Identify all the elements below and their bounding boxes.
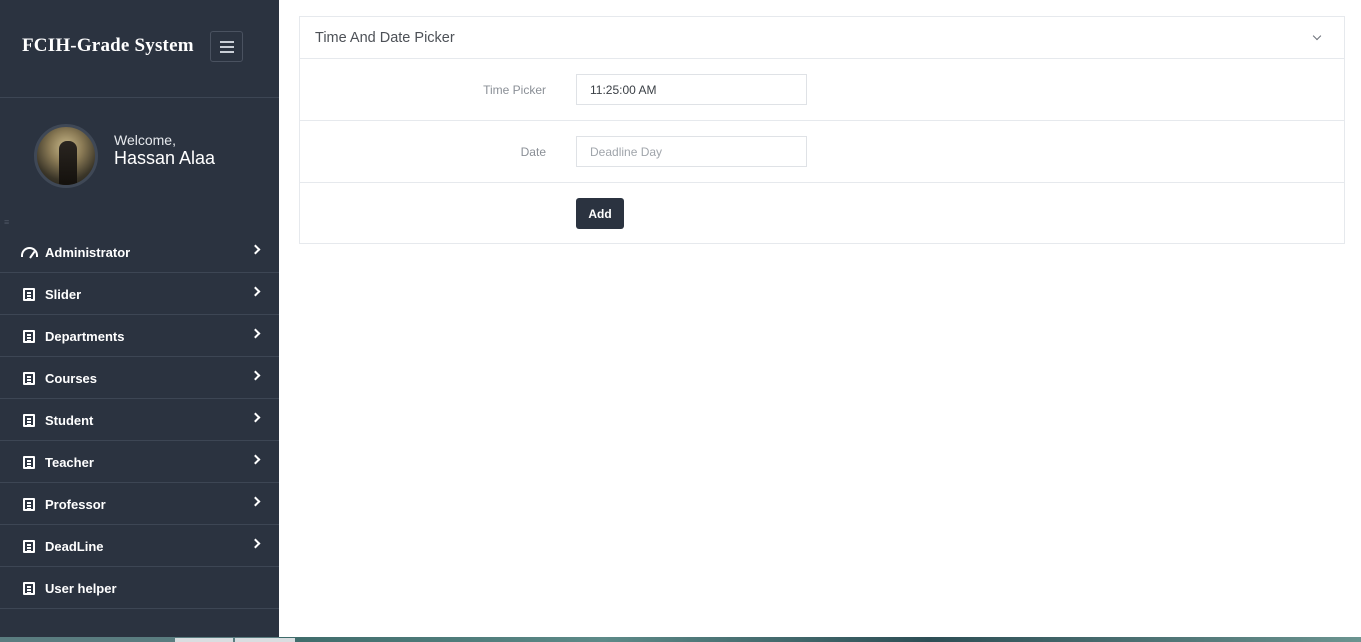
profile-block: Welcome, Hassan Alaa ≡ bbox=[0, 99, 279, 231]
document-icon bbox=[23, 582, 35, 595]
sidebar-item-courses[interactable]: Courses bbox=[0, 357, 279, 399]
sidebar-item-label: Departments bbox=[45, 329, 125, 344]
document-icon bbox=[23, 540, 35, 553]
document-icon bbox=[23, 498, 35, 511]
time-date-picker-panel: Time And Date Picker Time Picker Date Ad… bbox=[299, 16, 1345, 244]
chevron-right-icon bbox=[250, 370, 261, 381]
sidebar-item-label: Professor bbox=[45, 497, 106, 512]
dashboard-gauge-icon bbox=[21, 247, 38, 257]
add-button[interactable]: Add bbox=[576, 198, 624, 229]
chevron-right-icon bbox=[250, 412, 261, 423]
hamburger-icon bbox=[219, 40, 234, 43]
time-picker-row: Time Picker bbox=[300, 59, 1344, 121]
sidebar-item-slider[interactable]: Slider bbox=[0, 273, 279, 315]
date-label: Date bbox=[520, 145, 546, 159]
time-picker-label: Time Picker bbox=[483, 83, 546, 97]
sidebar-item-label: Teacher bbox=[45, 455, 94, 470]
resize-grip-icon: ≡ bbox=[4, 217, 10, 227]
panel-title: Time And Date Picker bbox=[315, 30, 455, 46]
sidebar-item-user-helper[interactable]: User helper bbox=[0, 567, 279, 609]
chevron-right-icon bbox=[250, 454, 261, 465]
sidebar-item-professor[interactable]: Professor bbox=[0, 483, 279, 525]
sidebar-item-label: User helper bbox=[45, 581, 117, 596]
document-icon bbox=[23, 414, 35, 427]
sidebar-item-departments[interactable]: Departments bbox=[0, 315, 279, 357]
chevron-right-icon bbox=[250, 286, 261, 297]
taskbar-button[interactable] bbox=[175, 638, 233, 642]
sidebar-item-student[interactable]: Student bbox=[0, 399, 279, 441]
document-icon bbox=[23, 288, 35, 301]
sidebar-item-administrator[interactable]: Administrator bbox=[0, 231, 279, 273]
brand-title[interactable]: FCIH-Grade System bbox=[22, 35, 194, 57]
user-name: Hassan Alaa bbox=[114, 148, 216, 168]
chevron-down-icon[interactable] bbox=[1312, 31, 1322, 41]
brand-bar: FCIH-Grade System bbox=[0, 0, 279, 98]
sidebar-item-label: Courses bbox=[45, 371, 98, 386]
document-icon bbox=[23, 456, 35, 469]
menu-toggle-button[interactable] bbox=[210, 31, 243, 62]
sidebar-item-deadline[interactable]: DeadLine bbox=[0, 525, 279, 567]
date-row: Date bbox=[300, 121, 1344, 183]
document-icon bbox=[23, 372, 35, 385]
submit-row: Add bbox=[300, 183, 1344, 245]
avatar bbox=[34, 124, 98, 188]
welcome-text: Welcome, bbox=[114, 132, 176, 148]
sidebar-item-label: Administrator bbox=[45, 245, 131, 260]
sidebar-item-label: Student bbox=[45, 413, 94, 428]
taskbar-button[interactable] bbox=[235, 638, 295, 642]
sidebar: FCIH-Grade System Welcome, Hassan Alaa ≡… bbox=[0, 0, 279, 642]
deadline-date-input[interactable] bbox=[576, 136, 807, 167]
time-picker-input[interactable] bbox=[576, 74, 807, 105]
chevron-right-icon bbox=[250, 538, 261, 549]
sidebar-item-label: Slider bbox=[45, 287, 82, 302]
sidebar-menu: Administrator Slider Departments Courses… bbox=[0, 231, 279, 609]
document-icon bbox=[23, 330, 35, 343]
panel-header: Time And Date Picker bbox=[300, 17, 1344, 59]
taskbar-strip bbox=[279, 637, 1361, 642]
chevron-right-icon bbox=[250, 244, 261, 255]
sidebar-item-teacher[interactable]: Teacher bbox=[0, 441, 279, 483]
sidebar-item-label: DeadLine bbox=[45, 539, 104, 554]
chevron-right-icon bbox=[250, 496, 261, 507]
chevron-right-icon bbox=[250, 328, 261, 339]
